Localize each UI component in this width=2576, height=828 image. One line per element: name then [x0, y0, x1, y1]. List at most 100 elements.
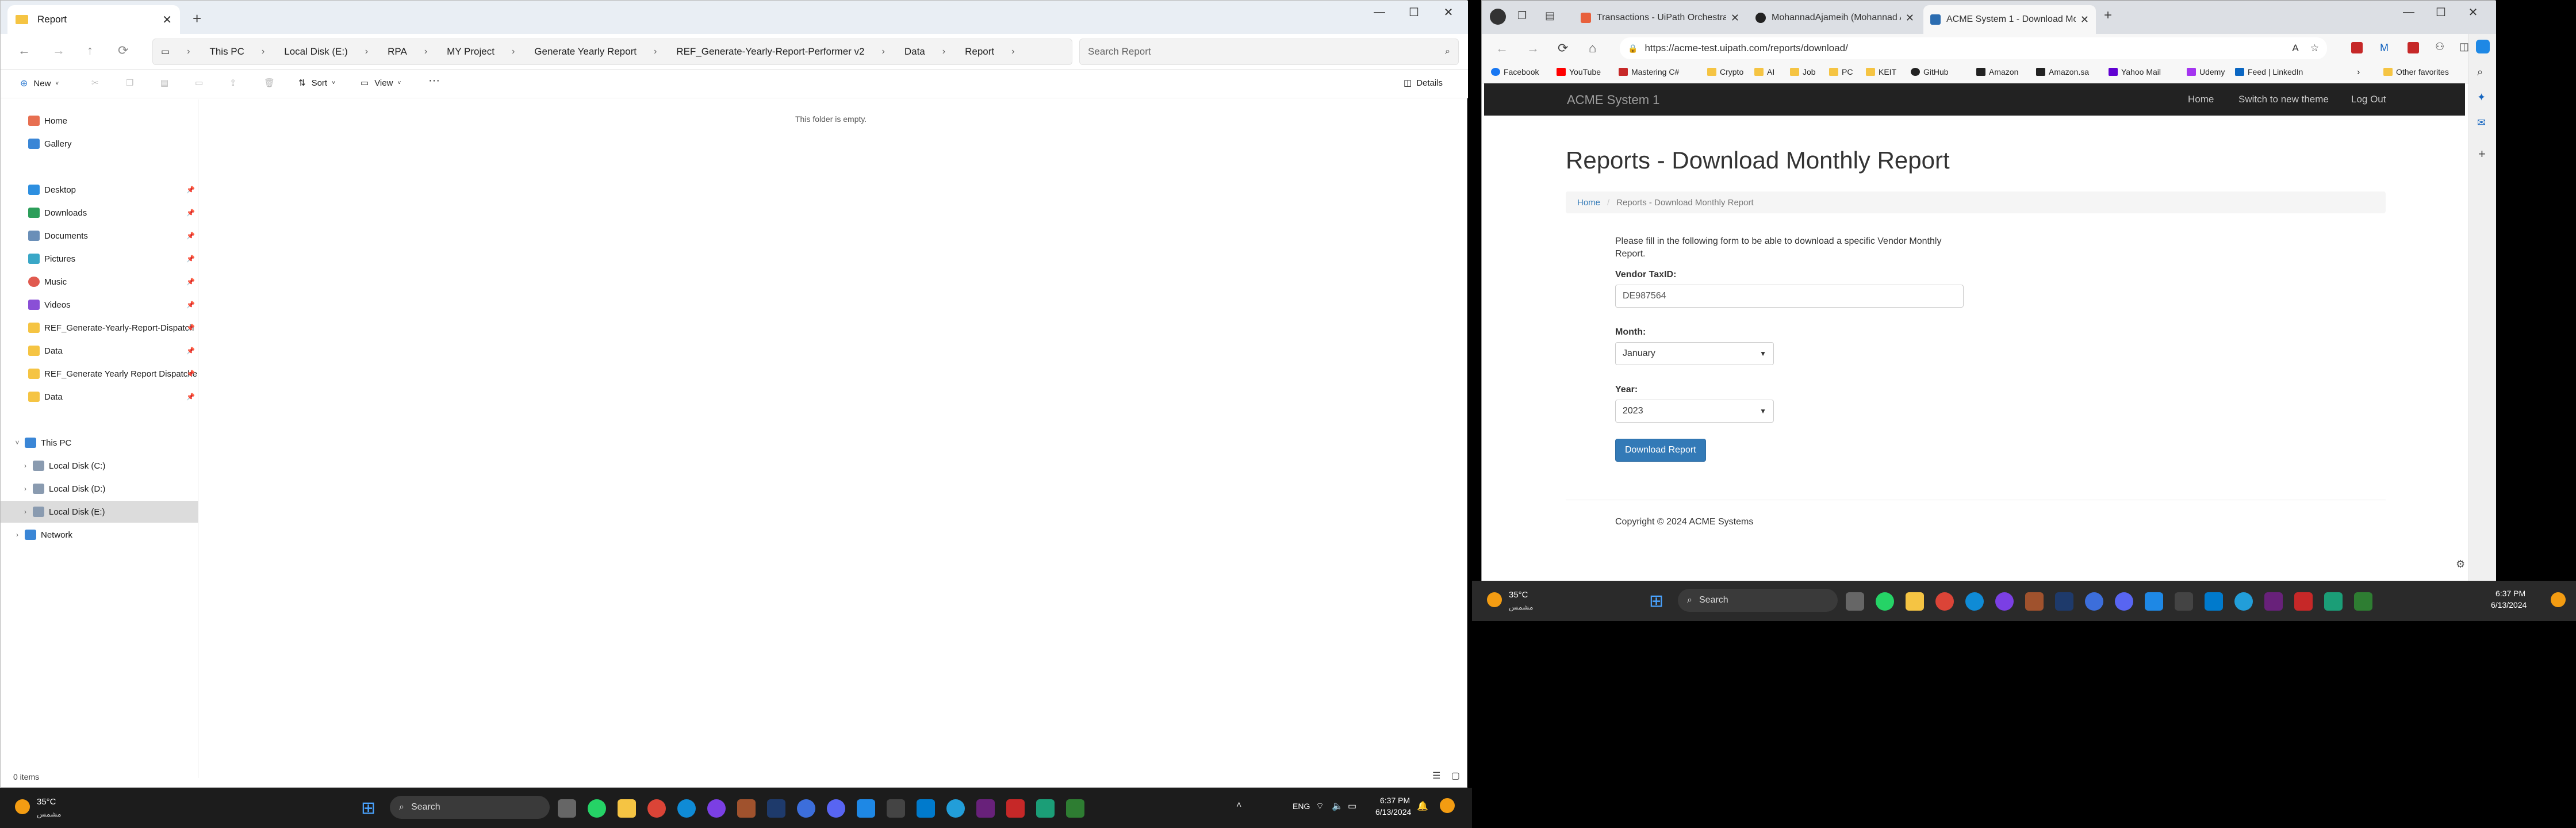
input-language[interactable]: ENG	[1293, 802, 1310, 811]
breadcrumb-item[interactable]: RPA	[388, 46, 407, 57]
breadcrumb-item[interactable]: REF_Generate-Yearly-Report-Performer v2	[676, 46, 864, 57]
sidebar-item-documents[interactable]: Documents 📌	[1, 225, 198, 247]
taskbar-search[interactable]: ⌕ Search	[1678, 589, 1838, 612]
favorite-crypto[interactable]: Crypto	[1707, 67, 1743, 76]
telegram-icon[interactable]	[2234, 592, 2253, 611]
chevron-right-icon[interactable]: ›	[2357, 67, 2360, 78]
sidebar-item-downloads[interactable]: Downloads 📌	[1, 202, 198, 224]
clock-date[interactable]: 6/13/2024	[2491, 600, 2527, 610]
tiles-view-icon[interactable]: ▢	[1451, 771, 1460, 781]
back-arrow-icon[interactable]: ←	[18, 43, 30, 58]
sidebar-item-network[interactable]: › Network	[1, 524, 198, 546]
steam-icon[interactable]	[887, 799, 905, 818]
vertical-tabs-icon[interactable]: ▤	[1545, 10, 1555, 22]
favorite-mastering-csharp[interactable]: Mastering C#	[1619, 67, 1679, 76]
photoshop-icon[interactable]	[767, 799, 785, 818]
copilot-icon[interactable]	[2551, 592, 2566, 607]
github-desktop-icon[interactable]	[1995, 592, 2014, 611]
windows-start-icon[interactable]: ⊞	[361, 798, 375, 818]
edge-icon[interactable]	[677, 799, 696, 818]
chrome-icon[interactable]	[1935, 592, 1954, 611]
refresh-icon[interactable]: ⟳	[1558, 41, 1568, 56]
close-tab-icon[interactable]: ✕	[1901, 12, 1914, 24]
file-explorer-icon[interactable]	[618, 799, 636, 818]
visual-studio-icon[interactable]	[976, 799, 995, 818]
nav-home-link[interactable]: Home	[2188, 94, 2214, 105]
uipath-assistant-icon[interactable]	[1036, 799, 1055, 818]
sidebar-item-drive-c[interactable]: › Local Disk (C:)	[1, 455, 198, 477]
maximize-button[interactable]: ☐	[1397, 1, 1431, 24]
uipath-assistant-icon[interactable]	[2324, 592, 2343, 611]
github-desktop-icon[interactable]	[707, 799, 726, 818]
delete-icon[interactable]: 🗑	[264, 78, 275, 88]
tab-transactions[interactable]: Transactions - UiPath Orchestrator ✕	[1574, 5, 1746, 30]
speaker-icon[interactable]: 🔈	[1332, 800, 1343, 812]
photoshop-icon[interactable]	[2055, 592, 2073, 611]
split-screen-icon[interactable]: ◫	[2459, 41, 2469, 53]
forward-arrow-icon[interactable]: →	[1527, 41, 1539, 56]
discord-icon[interactable]	[827, 799, 845, 818]
extension-icon[interactable]	[2408, 42, 2419, 53]
chevron-down-icon[interactable]: ˅	[12, 439, 22, 447]
nav-switch-theme-link[interactable]: Switch to new theme	[2238, 94, 2329, 105]
close-tab-icon[interactable]: ✕	[2076, 14, 2089, 26]
minimize-button[interactable]: —	[1362, 1, 1397, 24]
chevron-right-icon[interactable]: ›	[12, 531, 22, 539]
extension-icon[interactable]: M	[2380, 42, 2389, 54]
tab-acme-system[interactable]: ACME System 1 - Download Monthly Report …	[1923, 5, 2096, 34]
zoom-icon[interactable]	[2085, 592, 2103, 611]
vscode-icon[interactable]	[917, 799, 935, 818]
illustrator-icon[interactable]	[737, 799, 756, 818]
breadcrumb-item[interactable]: Data	[904, 46, 925, 57]
whatsapp-icon[interactable]	[588, 799, 606, 818]
sidebar-item-folder[interactable]: Data 📌	[1, 386, 198, 408]
app-icon[interactable]	[2354, 592, 2372, 611]
sidebar-item-desktop[interactable]: Desktop 📌	[1, 179, 198, 201]
illustrator-icon[interactable]	[2025, 592, 2044, 611]
new-tab-button[interactable]: +	[2104, 7, 2112, 24]
breadcrumb-item[interactable]: This PC	[209, 46, 244, 57]
copy-icon[interactable]: ❐	[126, 78, 133, 88]
sidebar-item-folder[interactable]: Data 📌	[1, 340, 198, 362]
search-icon[interactable]: ⌕	[2477, 66, 2483, 78]
favorite-star-icon[interactable]: ☆	[2310, 43, 2319, 54]
minimize-button[interactable]: —	[2393, 1, 2425, 24]
more-options-icon[interactable]: ···	[428, 74, 440, 87]
uipath-studio-icon[interactable]	[857, 799, 875, 818]
vscode-icon[interactable]	[2205, 592, 2223, 611]
outlook-icon[interactable]: ✉	[2477, 117, 2486, 129]
favorite-pc[interactable]: PC	[1829, 67, 1853, 76]
workspaces-icon[interactable]: ❐	[1517, 10, 1527, 22]
favorite-ai[interactable]: AI	[1754, 67, 1774, 76]
chevron-right-icon[interactable]: ›	[20, 462, 30, 470]
sidebar-item-home[interactable]: Home	[1, 110, 198, 132]
file-explorer-icon[interactable]	[1906, 592, 1924, 611]
rename-icon[interactable]: ▭	[195, 78, 203, 88]
breadcrumb-item[interactable]: Report	[965, 46, 994, 57]
clock-date[interactable]: 6/13/2024	[1375, 807, 1411, 816]
whatsapp-icon[interactable]	[1876, 592, 1894, 611]
sidebar-item-pictures[interactable]: Pictures 📌	[1, 248, 198, 270]
windows-start-icon[interactable]: ⊞	[1649, 591, 1663, 611]
taskbar-search[interactable]: ⌕ Search	[390, 796, 550, 819]
month-select[interactable]: January ▼	[1615, 342, 1774, 365]
sidebar-item-this-pc[interactable]: ˅ This PC	[1, 432, 198, 454]
close-window-button[interactable]: ✕	[2457, 1, 2489, 24]
sidebar-item-folder[interactable]: REF_Generate Yearly Report Dispatche 📌	[1, 363, 198, 385]
weather-temp[interactable]: 35°C	[37, 797, 56, 807]
favorite-amazon-sa[interactable]: Amazon.sa	[2036, 67, 2089, 76]
discord-icon[interactable]	[2115, 592, 2133, 611]
favorite-amazon[interactable]: Amazon	[1976, 67, 2018, 76]
app-icon[interactable]	[1066, 799, 1084, 818]
sidebar-item-folder[interactable]: REF_Generate-Yearly-Report-Dispatch 📌	[1, 317, 198, 339]
tab-github[interactable]: MohannadAjameih (Mohannad Ajameih) ✕	[1749, 5, 1921, 30]
new-tab-button[interactable]: +	[193, 10, 201, 28]
edge-icon[interactable]	[1965, 592, 1984, 611]
view-button[interactable]: ▭ View ˅	[361, 78, 401, 89]
task-view-icon[interactable]	[1846, 592, 1864, 611]
wifi-icon[interactable]: ⌔	[1316, 800, 1324, 812]
favorite-keit[interactable]: KEIT	[1866, 67, 1896, 76]
browser-essentials-icon[interactable]: ⚇	[2435, 41, 2444, 53]
breadcrumb-item[interactable]: Generate Yearly Report	[534, 46, 637, 57]
close-window-button[interactable]: ✕	[1431, 1, 1466, 24]
